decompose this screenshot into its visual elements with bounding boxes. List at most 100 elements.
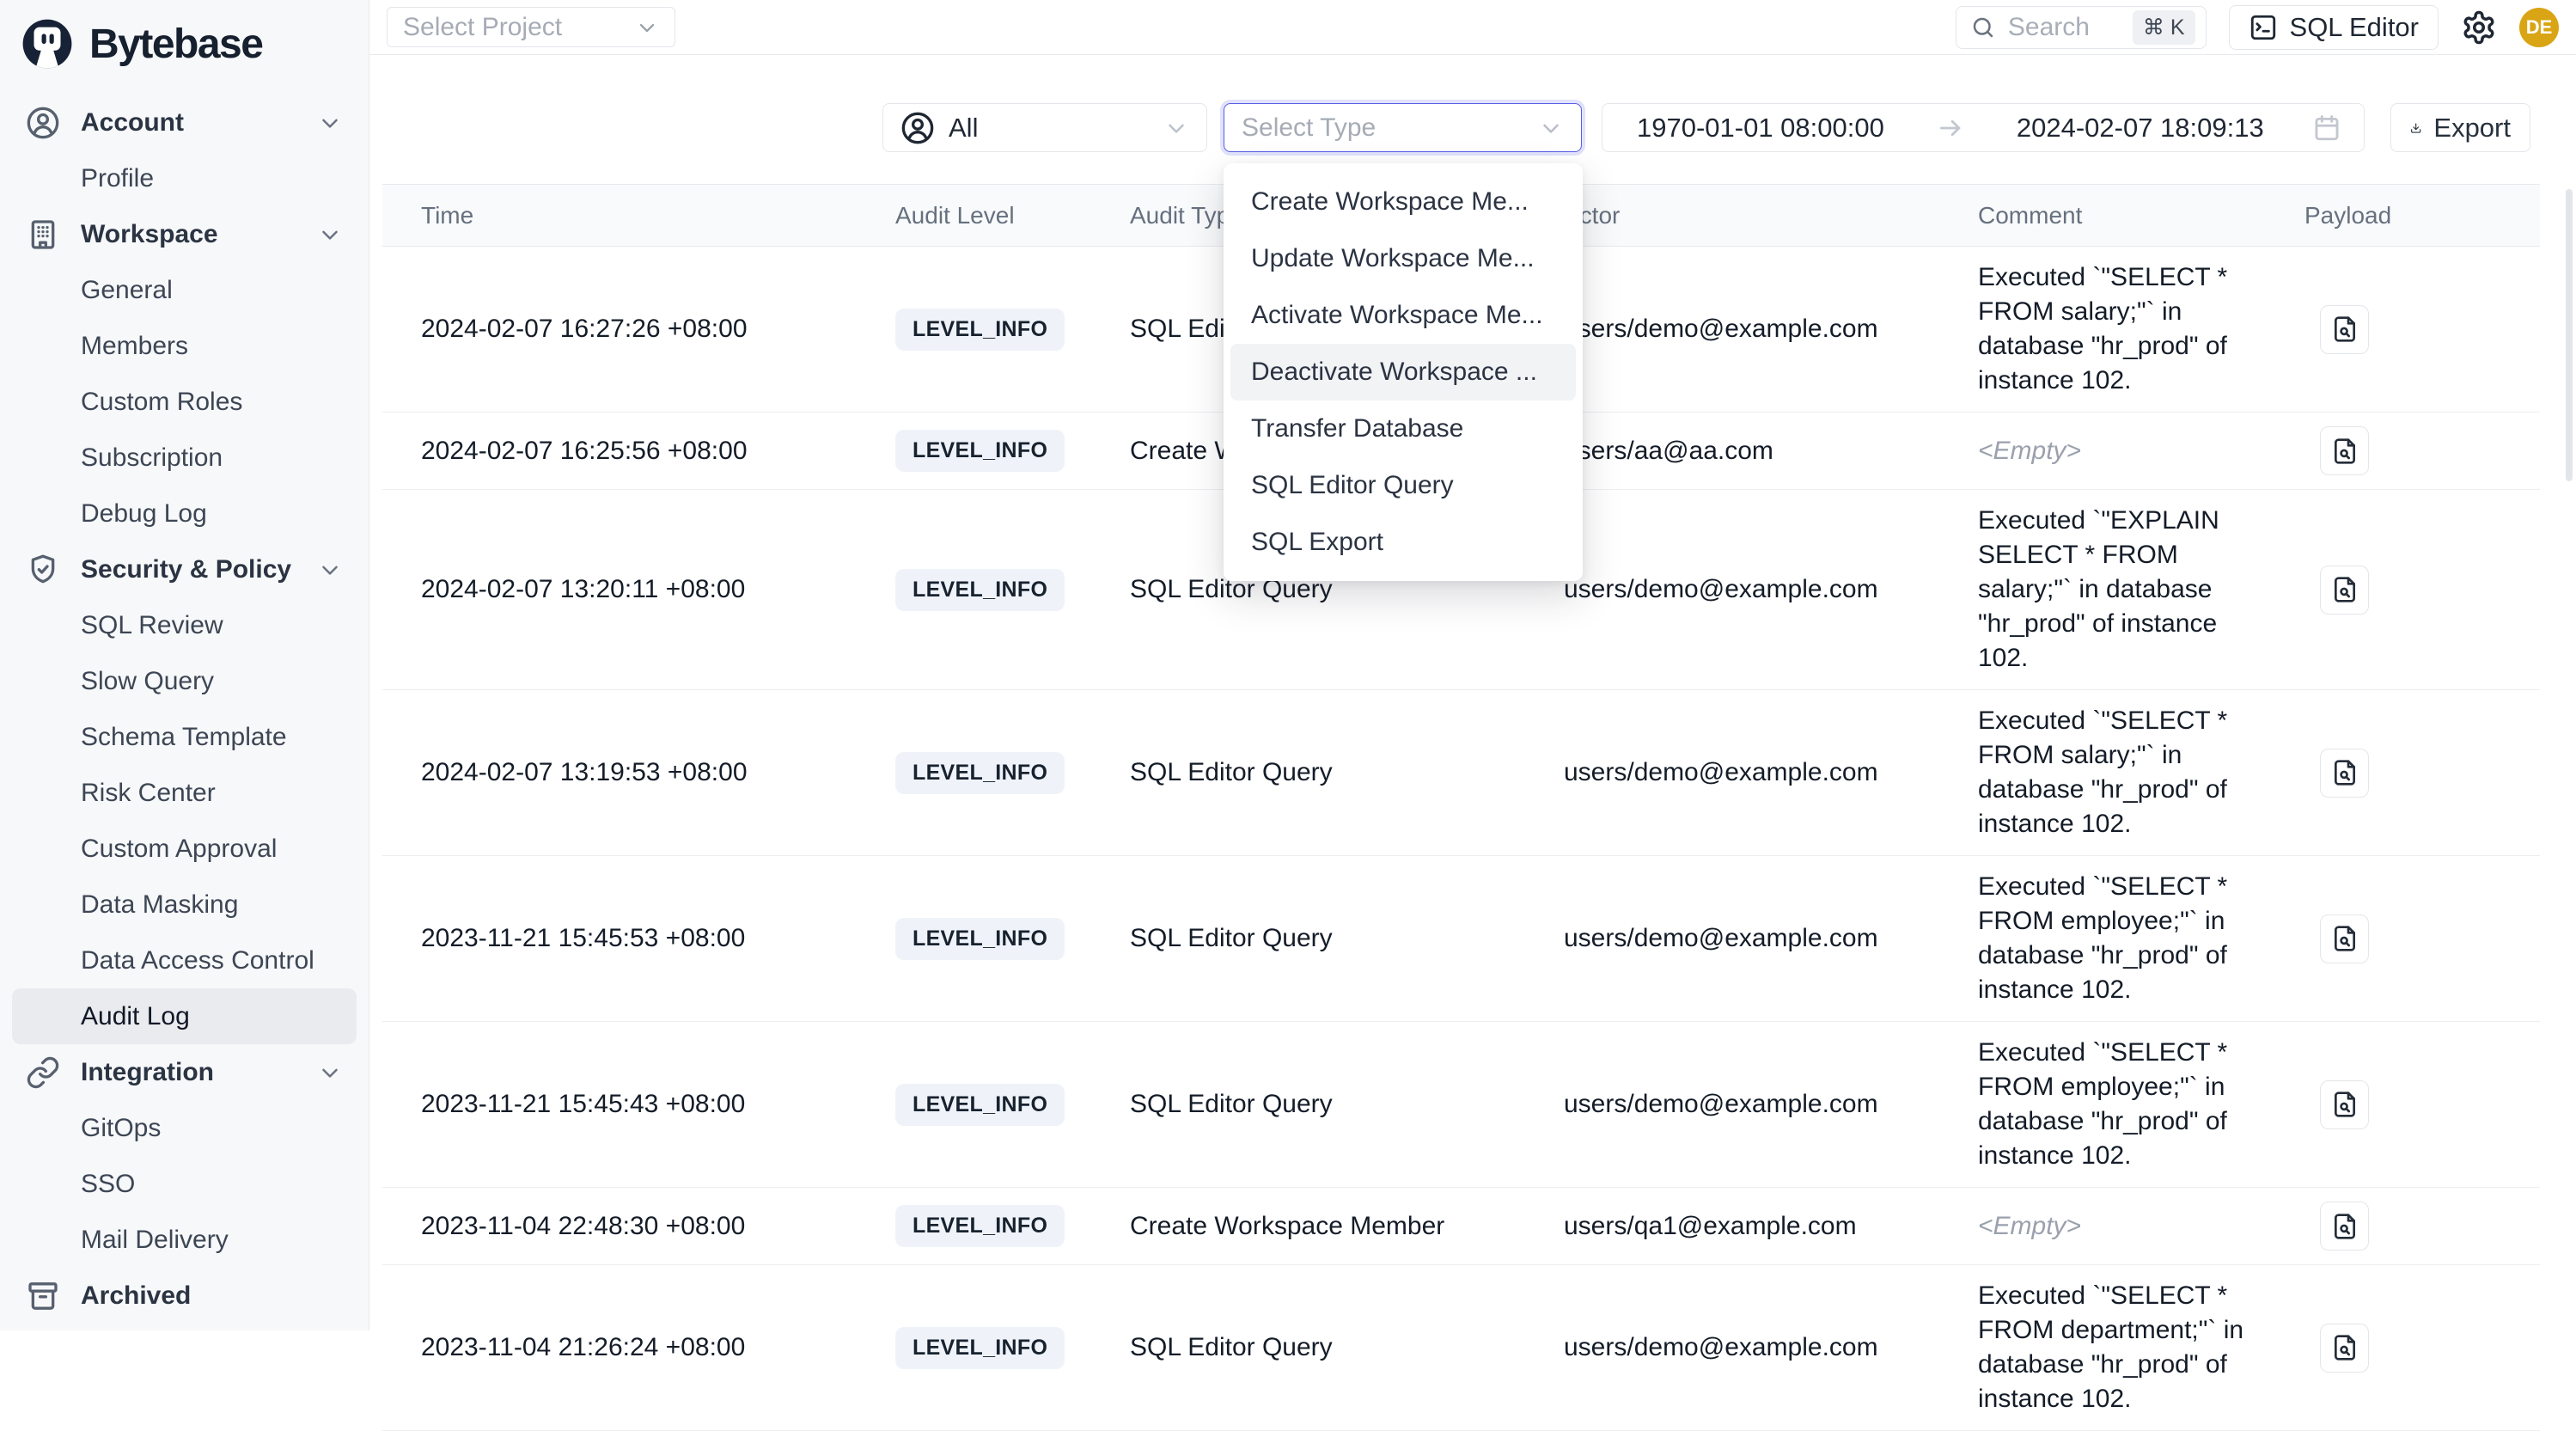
sidebar-item-custom-approval[interactable]: Custom Approval xyxy=(0,821,369,877)
menu-item-deactivate-workspace[interactable]: Deactivate Workspace ... xyxy=(1230,344,1576,401)
cell-audit-level: LEVEL_INFO xyxy=(895,1205,1130,1247)
payload-view-button[interactable] xyxy=(2320,749,2369,798)
payload-view-button[interactable] xyxy=(2320,426,2369,475)
file-search-icon xyxy=(2331,576,2359,603)
table-row: 2023-11-04 21:26:24 +08:00LEVEL_INFOSQL … xyxy=(382,1265,2540,1431)
menu-item-sql-export[interactable]: SQL Export xyxy=(1230,514,1576,571)
sidebar-item-risk-center[interactable]: Risk Center xyxy=(0,765,369,821)
sidebar-item-label: Profile xyxy=(81,164,154,193)
cell-time: 2023-11-21 15:45:43 +08:00 xyxy=(382,1090,895,1119)
audit-level-badge: LEVEL_INFO xyxy=(895,569,1065,611)
search-input[interactable] xyxy=(2006,12,2122,43)
payload-view-button[interactable] xyxy=(2320,914,2369,963)
topbar: Select Project ⌘ K SQL Editor DE xyxy=(369,0,2576,55)
cell-comment: <Empty> xyxy=(1978,434,2304,468)
cell-audit-level: LEVEL_INFO xyxy=(895,430,1130,472)
download-icon xyxy=(2410,115,2421,141)
sidebar-item-integration[interactable]: Integration xyxy=(0,1044,369,1100)
sidebar-item-label: Archived xyxy=(81,1281,191,1311)
sidebar-item-schema-template[interactable]: Schema Template xyxy=(0,709,369,765)
audit-level-badge: LEVEL_INFO xyxy=(895,1205,1065,1247)
avatar[interactable]: DE xyxy=(2519,8,2559,47)
date-range-picker[interactable]: 1970-01-01 08:00:00 2024-02-07 18:09:13 xyxy=(1602,103,2365,152)
sidebar-item-label: Members xyxy=(81,332,188,361)
menu-item-update-workspace-me[interactable]: Update Workspace Me... xyxy=(1230,230,1576,287)
cell-time: 2023-11-04 21:26:24 +08:00 xyxy=(382,1333,895,1362)
sidebar-item-custom-roles[interactable]: Custom Roles xyxy=(0,374,369,430)
sidebar-item-workspace[interactable]: Workspace xyxy=(0,206,369,262)
cell-comment: <Empty> xyxy=(1978,1209,2304,1244)
menu-item-transfer-database[interactable]: Transfer Database xyxy=(1230,401,1576,457)
type-filter-dropdown: Create Workspace Me...Update Workspace M… xyxy=(1224,163,1583,581)
cell-payload xyxy=(2304,305,2540,354)
sidebar-item-profile[interactable]: Profile xyxy=(0,150,369,206)
sidebar-item-label: SSO xyxy=(81,1170,135,1199)
menu-item-create-workspace-me[interactable]: Create Workspace Me... xyxy=(1230,174,1576,230)
search-box[interactable]: ⌘ K xyxy=(1956,6,2207,49)
sidebar-item-audit-log[interactable]: Audit Log xyxy=(12,988,357,1044)
sidebar-item-members[interactable]: Members xyxy=(0,318,369,374)
payload-view-button[interactable] xyxy=(2320,1324,2369,1373)
sidebar-item-data-masking[interactable]: Data Masking xyxy=(0,877,369,933)
file-search-icon xyxy=(2331,315,2359,343)
cell-comment: Executed `"SELECT * FROM salary;"` in da… xyxy=(1978,260,2304,398)
sql-editor-button[interactable]: SQL Editor xyxy=(2229,5,2439,50)
sidebar-item-label: Subscription xyxy=(81,443,223,473)
cell-actor: users/aa@aa.com xyxy=(1564,437,1978,466)
date-from[interactable]: 1970-01-01 08:00:00 xyxy=(1637,113,1884,144)
cell-payload xyxy=(2304,749,2540,798)
date-to[interactable]: 2024-02-07 18:09:13 xyxy=(2017,113,2264,144)
sidebar-item-sso[interactable]: SSO xyxy=(0,1156,369,1212)
sidebar-item-label: GitOps xyxy=(81,1114,161,1143)
type-filter-select[interactable]: Select Type xyxy=(1224,103,1582,152)
col-header-payload: Payload xyxy=(2304,202,2540,229)
sidebar-item-security-policy[interactable]: Security & Policy xyxy=(0,541,369,597)
sidebar-item-account[interactable]: Account xyxy=(0,95,369,150)
scrollbar[interactable] xyxy=(2566,189,2573,481)
table-row: 2023-11-21 15:45:53 +08:00LEVEL_INFOSQL … xyxy=(382,856,2540,1022)
sidebar-item-slow-query[interactable]: Slow Query xyxy=(0,653,369,709)
bytebase-logo: Bytebase xyxy=(0,0,369,79)
cell-actor: users/demo@example.com xyxy=(1564,924,1978,953)
sidebar-item-subscription[interactable]: Subscription xyxy=(0,430,369,486)
chevron-down-icon xyxy=(1538,115,1564,141)
file-search-icon xyxy=(2331,1213,2359,1240)
cell-audit-level: LEVEL_INFO xyxy=(895,752,1130,794)
cell-actor: users/demo@example.com xyxy=(1564,575,1978,604)
sidebar-item-data-access-control[interactable]: Data Access Control xyxy=(0,933,369,988)
sidebar-item-debug-log[interactable]: Debug Log xyxy=(0,486,369,541)
sidebar-item-label: Data Access Control xyxy=(81,946,314,975)
cell-audit-type: SQL Editor Query xyxy=(1130,758,1564,787)
sidebar-item-label: Schema Template xyxy=(81,723,287,752)
menu-item-activate-workspace-me[interactable]: Activate Workspace Me... xyxy=(1230,287,1576,344)
export-label: Export xyxy=(2433,113,2511,144)
payload-view-button[interactable] xyxy=(2320,1202,2369,1251)
cell-time: 2023-11-21 15:45:53 +08:00 xyxy=(382,924,895,953)
payload-view-button[interactable] xyxy=(2320,1080,2369,1129)
actor-filter-select[interactable]: All xyxy=(882,103,1207,152)
cell-actor: users/demo@example.com xyxy=(1564,315,1978,344)
chevron-down-icon xyxy=(317,222,343,248)
cell-audit-level: LEVEL_INFO xyxy=(895,309,1130,351)
sidebar-item-mail-delivery[interactable]: Mail Delivery xyxy=(0,1212,369,1268)
sidebar-item-archived[interactable]: Archived xyxy=(0,1268,369,1324)
cell-audit-level: LEVEL_INFO xyxy=(895,918,1130,960)
gear-icon[interactable] xyxy=(2461,9,2497,46)
sidebar-item-sql-review[interactable]: SQL Review xyxy=(0,597,369,653)
file-search-icon xyxy=(2331,1334,2359,1361)
audit-level-badge: LEVEL_INFO xyxy=(895,309,1065,351)
menu-item-sql-editor-query[interactable]: SQL Editor Query xyxy=(1230,457,1576,514)
project-select[interactable]: Select Project xyxy=(387,7,675,47)
sidebar-item-general[interactable]: General xyxy=(0,262,369,318)
audit-level-badge: LEVEL_INFO xyxy=(895,430,1065,472)
cell-payload xyxy=(2304,566,2540,615)
sidebar-item-gitops[interactable]: GitOps xyxy=(0,1100,369,1156)
export-button[interactable]: Export xyxy=(2390,103,2530,152)
sidebar-nav: Account Profile WorkspaceGeneral Members Cus… xyxy=(0,95,369,1324)
archive-icon xyxy=(26,1279,60,1313)
payload-view-button[interactable] xyxy=(2320,305,2369,354)
chevron-down-icon xyxy=(1163,115,1189,141)
cell-audit-type: Create Workspace Member xyxy=(1130,1212,1564,1241)
payload-view-button[interactable] xyxy=(2320,566,2369,615)
chevron-down-icon xyxy=(635,15,659,40)
